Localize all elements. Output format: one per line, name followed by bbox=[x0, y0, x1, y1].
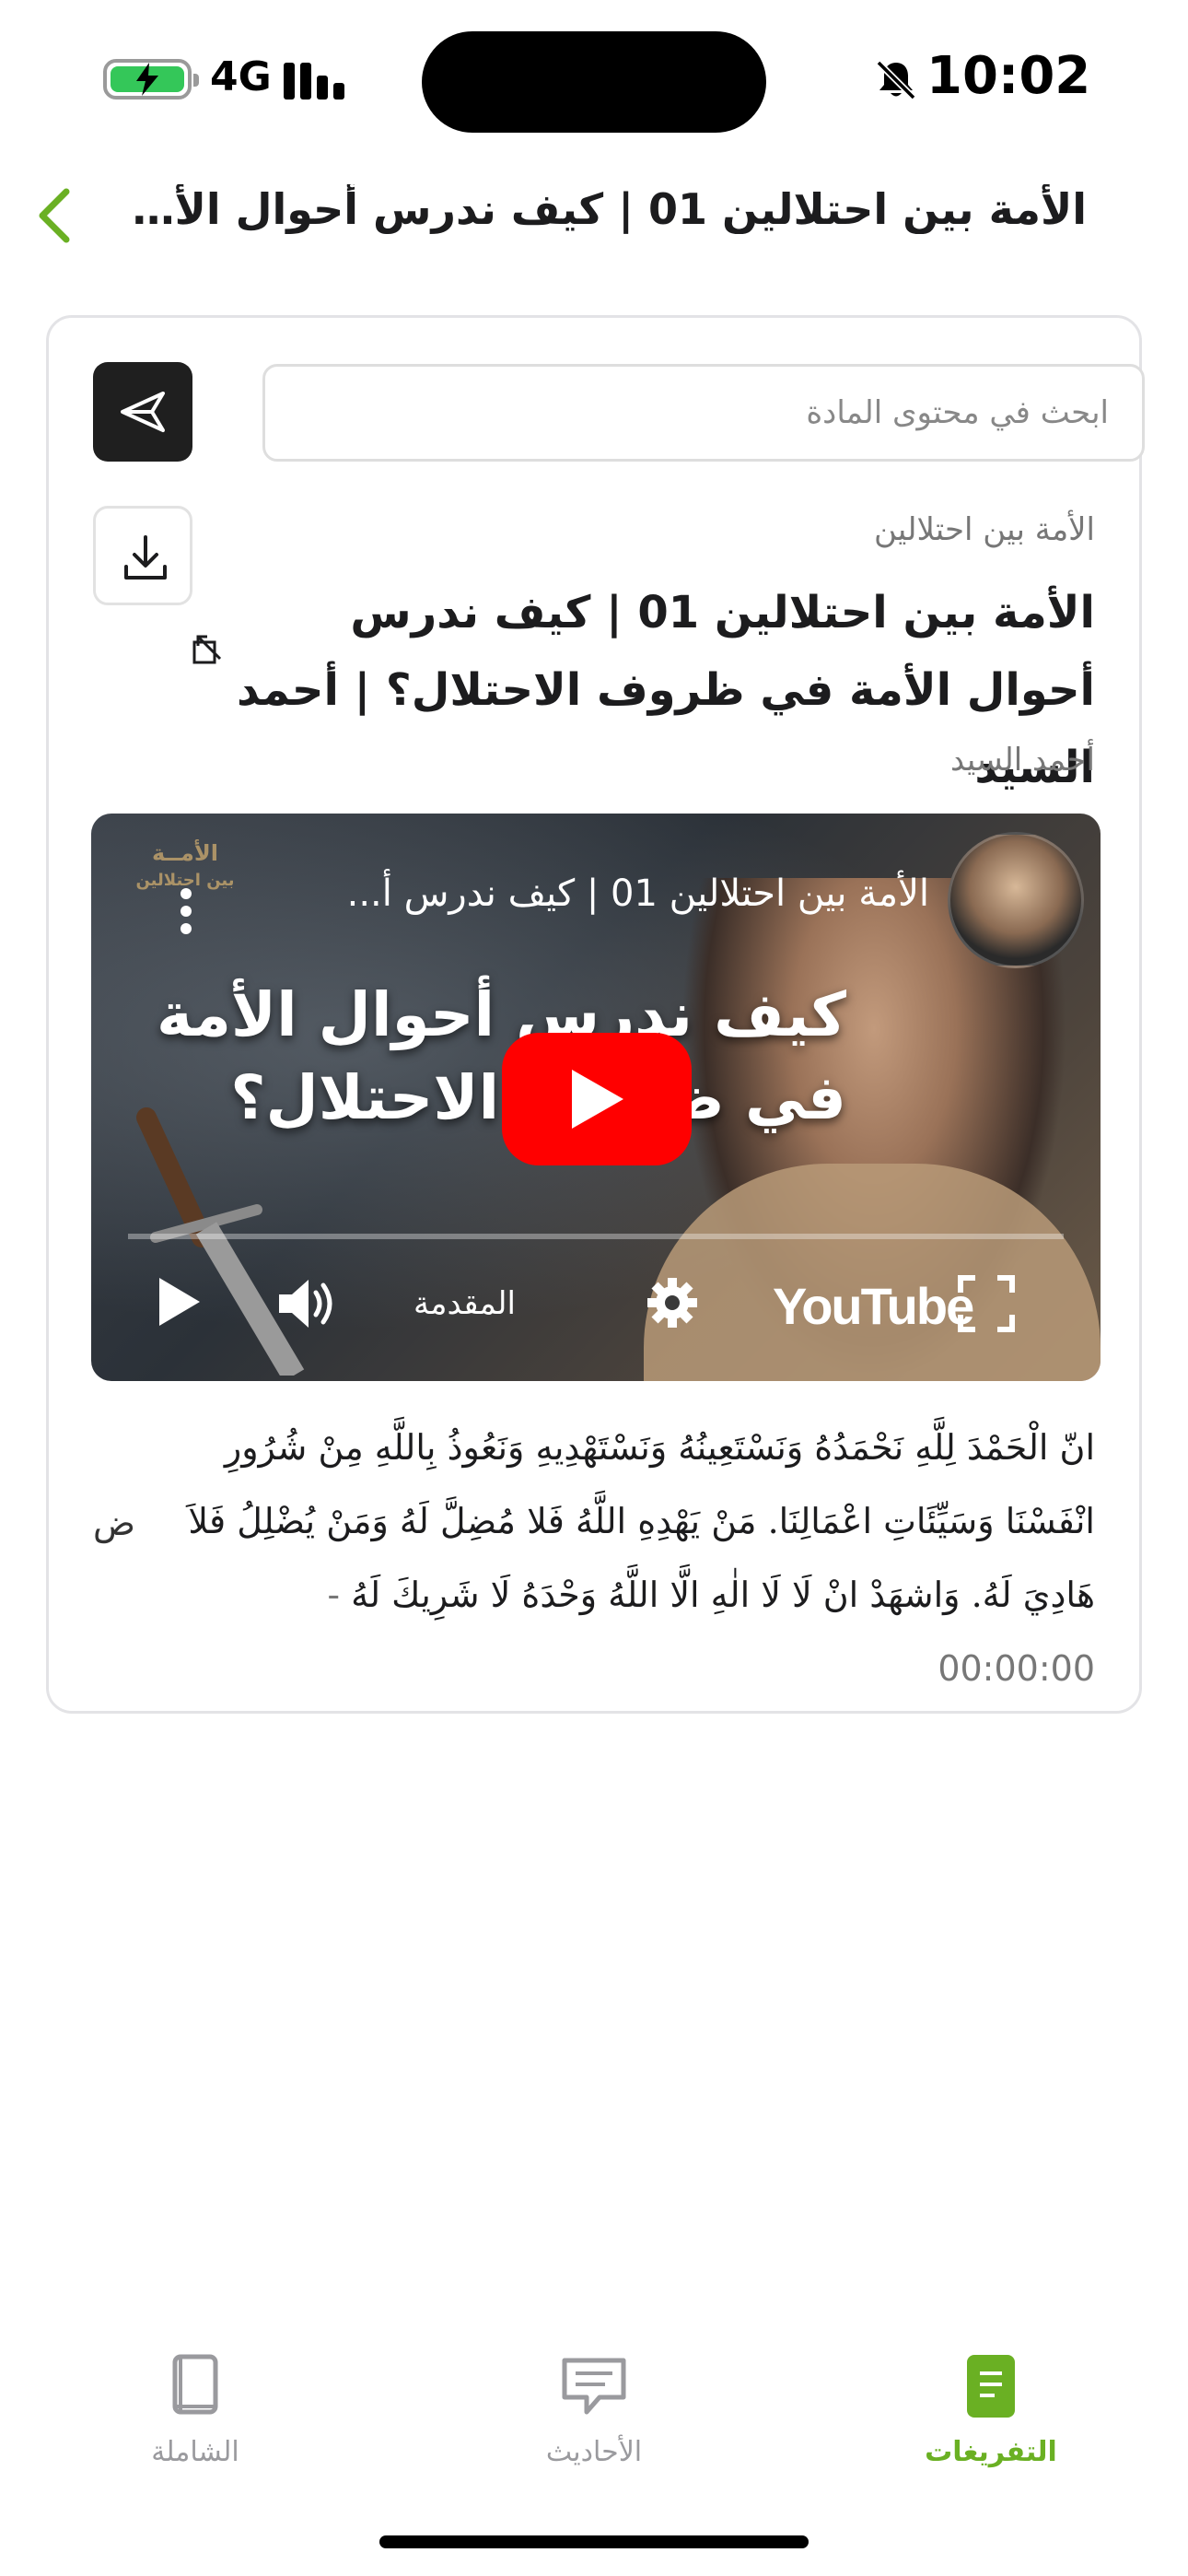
download-button[interactable] bbox=[93, 506, 192, 605]
tab-hadiths[interactable]: الأحاديث bbox=[483, 2340, 705, 2488]
clock: 10:02 bbox=[926, 46, 1091, 106]
tab-label: الشاملة bbox=[151, 2436, 239, 2468]
video-title[interactable]: الأمة بين احتلالين 01 | كيف ندرس أ... bbox=[347, 872, 929, 915]
youtube-logo[interactable]: YouTube bbox=[773, 1276, 974, 1336]
video-player[interactable]: الأمــة بين احتلالين الأمة بين احتلالين … bbox=[91, 814, 1101, 1381]
fullscreen-icon[interactable] bbox=[957, 1274, 1016, 1333]
channel-avatar[interactable] bbox=[948, 832, 1084, 968]
home-indicator[interactable] bbox=[379, 2535, 809, 2548]
transcript-side-marker[interactable]: ض bbox=[93, 1503, 135, 1543]
page-title: الأمة بين احتلالين 01 | كيف ندرس أحوال ا… bbox=[129, 184, 1087, 234]
book-icon bbox=[172, 2354, 218, 2415]
screen: 4G 10:02 الأمة بين احتلالين 01 | كيف ندر… bbox=[0, 0, 1188, 2576]
send-icon bbox=[121, 392, 165, 432]
series-name[interactable]: الأمة بين احتلالين bbox=[874, 511, 1095, 548]
thumbnail-headline-2: في ظروف الاحتلال؟ bbox=[230, 1062, 846, 1133]
search-input[interactable] bbox=[262, 364, 1145, 462]
chat-bubble-icon bbox=[562, 2358, 626, 2415]
send-button[interactable] bbox=[93, 362, 192, 462]
video-controls: المقدمة YouTube bbox=[91, 1265, 1101, 1357]
chapter-label[interactable]: المقدمة bbox=[413, 1285, 516, 1322]
tab-comprehensive[interactable]: الشاملة bbox=[85, 2340, 306, 2488]
document-icon bbox=[967, 2355, 1015, 2418]
download-icon bbox=[124, 535, 167, 580]
battery-icon bbox=[103, 59, 199, 100]
transcript-segment[interactable]: انّ الْحَمْدَ لِلَّهِ نَحْمَدُهُ وَنَسْت… bbox=[178, 1411, 1095, 1705]
thumbnail-headline-1: كيف ندرس أحوال الأمة bbox=[157, 979, 846, 1050]
status-bar: 4G 10:02 bbox=[0, 0, 1188, 166]
tab-label: الأحاديث bbox=[545, 2436, 643, 2468]
author-name[interactable]: أحمد السيد bbox=[950, 742, 1095, 779]
dynamic-island bbox=[422, 31, 766, 133]
settings-gear-icon[interactable] bbox=[644, 1274, 701, 1331]
video-progress-bar[interactable] bbox=[128, 1234, 1064, 1239]
tab-label: التفريغات bbox=[925, 2436, 1057, 2468]
signal-icon bbox=[284, 61, 350, 100]
more-vertical-icon[interactable] bbox=[180, 887, 192, 935]
network-type: 4G bbox=[210, 53, 272, 100]
tab-bar: الشاملة الأحاديث التفريغات bbox=[0, 2340, 1188, 2524]
play-icon[interactable] bbox=[156, 1274, 204, 1329]
transcript-text: انّ الْحَمْدَ لِلَّهِ نَحْمَدُهُ وَنَسْت… bbox=[188, 1427, 1095, 1615]
bell-slash-icon bbox=[876, 60, 916, 100]
play-button[interactable] bbox=[502, 1033, 692, 1165]
tab-transcripts[interactable]: التفريغات bbox=[880, 2340, 1101, 2488]
lesson-card: الأمة بين احتلالين الأمة بين احتلالين 01… bbox=[46, 315, 1145, 1714]
volume-icon[interactable] bbox=[275, 1274, 340, 1333]
nav-header: الأمة بين احتلالين 01 | كيف ندرس أحوال ا… bbox=[0, 166, 1188, 276]
play-icon bbox=[572, 1070, 623, 1129]
chevron-left-icon[interactable] bbox=[28, 179, 83, 252]
